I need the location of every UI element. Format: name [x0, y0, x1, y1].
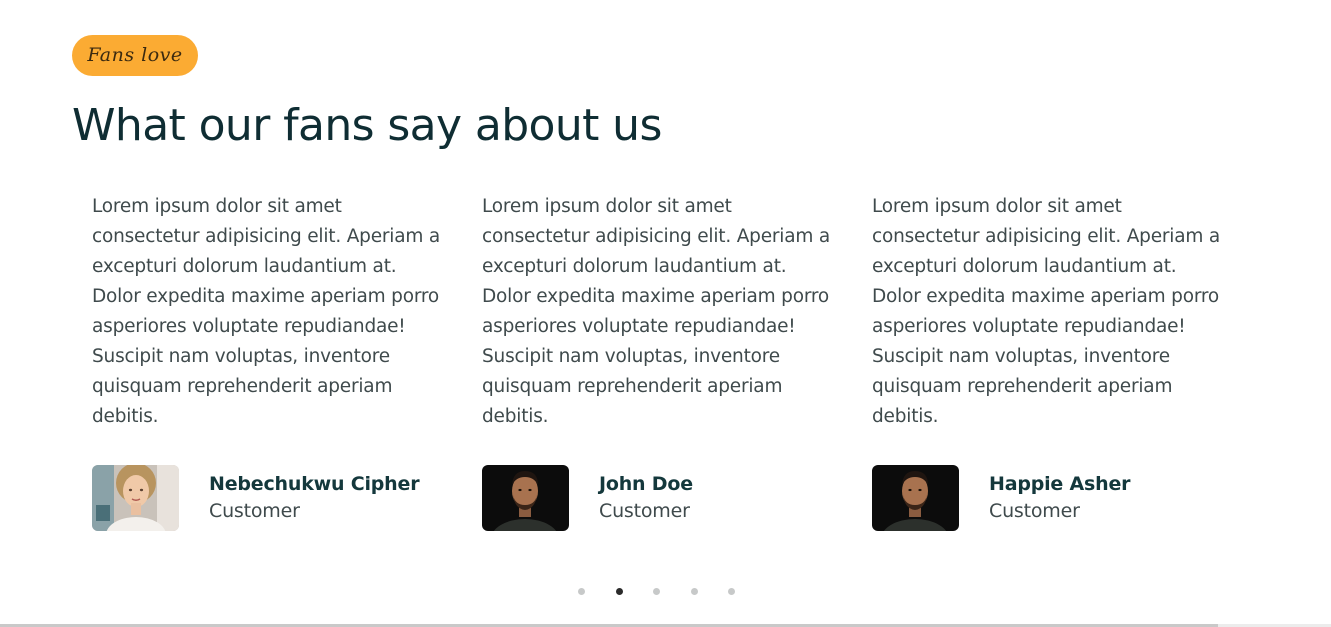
author-name: Nebechukwu Cipher: [209, 473, 420, 495]
carousel-dot[interactable]: [691, 588, 698, 595]
section-heading: What our fans say about us: [72, 100, 662, 151]
carousel-dot[interactable]: [616, 588, 623, 595]
carousel-dot[interactable]: [653, 588, 660, 595]
testimonial-author: Happie Asher Customer: [872, 465, 1232, 531]
carousel-dot[interactable]: [728, 588, 735, 595]
testimonial-card: Lorem ipsum dolor sit amet consectetur a…: [872, 192, 1232, 531]
author-role: Customer: [599, 500, 690, 522]
testimonial-card: Lorem ipsum dolor sit amet consectetur a…: [92, 192, 452, 531]
avatar: [92, 465, 179, 531]
testimonial-author: Nebechukwu Cipher Customer: [92, 465, 452, 531]
author-name: Happie Asher: [989, 473, 1131, 495]
man-portrait-image: [482, 465, 569, 531]
section-badge: Fans love: [72, 35, 198, 76]
carousel-dot[interactable]: [578, 588, 585, 595]
author-role: Customer: [209, 500, 300, 522]
author-name: John Doe: [599, 473, 693, 495]
testimonials-section: Fans love What our fans say about us Lor…: [0, 0, 1331, 627]
testimonial-quote: Lorem ipsum dolor sit amet consectetur a…: [872, 196, 1221, 427]
avatar: [872, 465, 959, 531]
testimonial-card: Lorem ipsum dolor sit amet consectetur a…: [482, 192, 842, 531]
author-role: Customer: [989, 500, 1080, 522]
testimonial-quote: Lorem ipsum dolor sit amet consectetur a…: [482, 196, 831, 427]
woman-portrait-image: [92, 465, 179, 531]
testimonial-quote: Lorem ipsum dolor sit amet consectetur a…: [92, 196, 441, 427]
man-portrait-image: [872, 465, 959, 531]
avatar: [482, 465, 569, 531]
testimonial-author: John Doe Customer: [482, 465, 842, 531]
